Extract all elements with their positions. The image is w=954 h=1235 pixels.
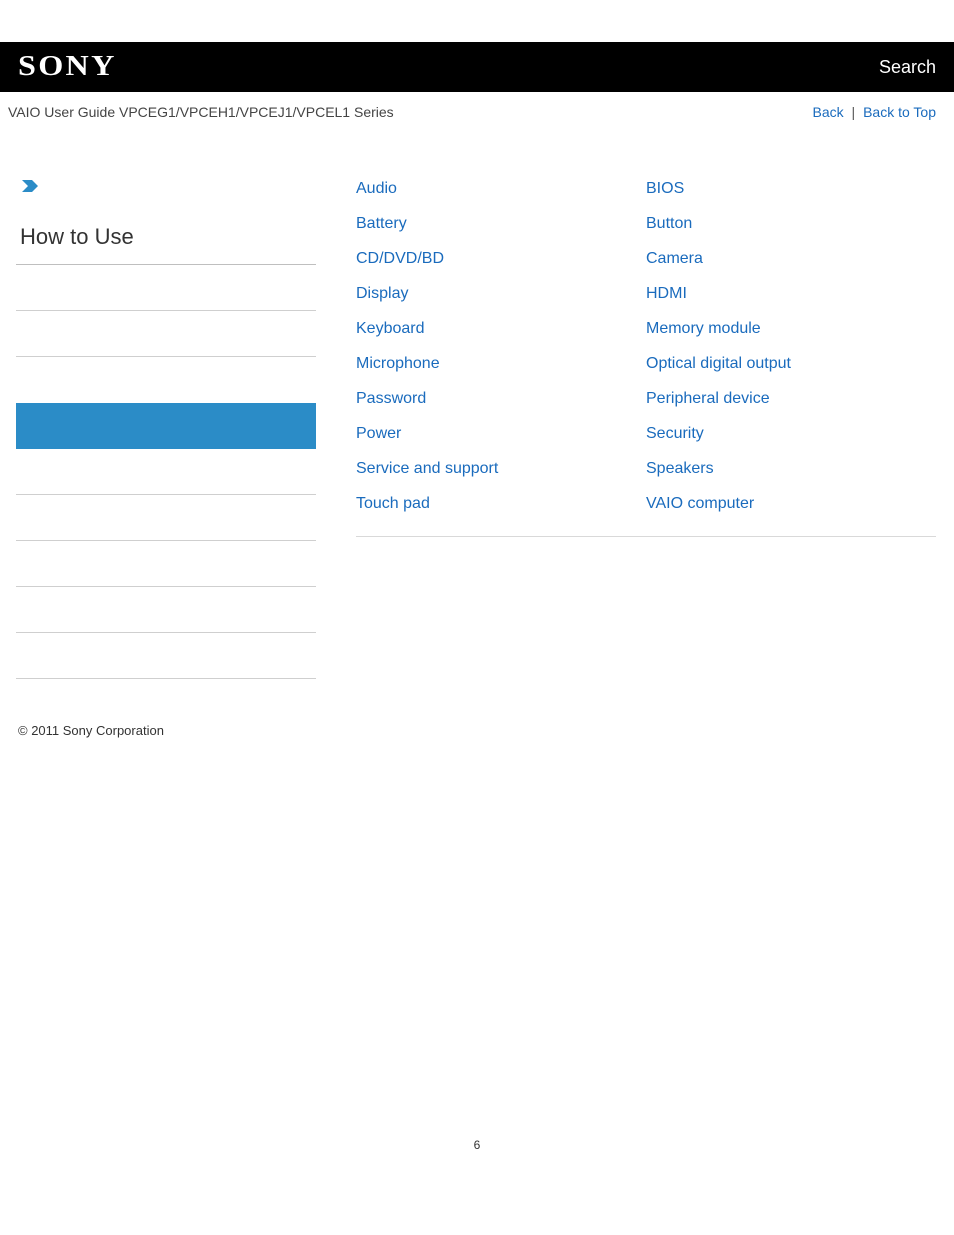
topic-link-security[interactable]: Security bbox=[646, 425, 936, 443]
sidebar-item[interactable] bbox=[16, 265, 316, 311]
sidebar: How to Use bbox=[16, 180, 316, 679]
topic-link-memory-module[interactable]: Memory module bbox=[646, 320, 936, 338]
topic-link-camera[interactable]: Camera bbox=[646, 250, 936, 268]
topic-column-2: BIOS Button Camera HDMI Memory module Op… bbox=[646, 180, 936, 530]
search-link[interactable]: Search bbox=[879, 57, 936, 78]
topic-link-audio[interactable]: Audio bbox=[356, 180, 646, 198]
topic-link-bios[interactable]: BIOS bbox=[646, 180, 936, 198]
sidebar-item[interactable] bbox=[16, 357, 316, 403]
footer-copyright: © 2011 Sony Corporation bbox=[0, 679, 954, 738]
back-link[interactable]: Back bbox=[813, 104, 844, 120]
topic-link-cd-dvd-bd[interactable]: CD/DVD/BD bbox=[356, 250, 646, 268]
content-wrap: How to Use Audio Battery CD/DVD/BD Displ… bbox=[0, 180, 954, 679]
sidebar-item[interactable] bbox=[16, 541, 316, 587]
main-content: Audio Battery CD/DVD/BD Display Keyboard… bbox=[316, 180, 946, 679]
topic-links: Audio Battery CD/DVD/BD Display Keyboard… bbox=[356, 180, 936, 530]
sidebar-item[interactable] bbox=[16, 449, 316, 495]
nav-separator: | bbox=[848, 104, 859, 120]
topic-link-keyboard[interactable]: Keyboard bbox=[356, 320, 646, 338]
topic-link-power[interactable]: Power bbox=[356, 425, 646, 443]
topic-link-display[interactable]: Display bbox=[356, 285, 646, 303]
topic-link-microphone[interactable]: Microphone bbox=[356, 355, 646, 373]
topic-link-password[interactable]: Password bbox=[356, 390, 646, 408]
sidebar-item[interactable] bbox=[16, 495, 316, 541]
topic-column-1: Audio Battery CD/DVD/BD Display Keyboard… bbox=[356, 180, 646, 530]
topic-link-speakers[interactable]: Speakers bbox=[646, 460, 936, 478]
subheader: VAIO User Guide VPCEG1/VPCEH1/VPCEJ1/VPC… bbox=[0, 92, 954, 134]
sidebar-item-active[interactable] bbox=[16, 403, 316, 449]
topic-link-optical-digital-output[interactable]: Optical digital output bbox=[646, 355, 936, 373]
topic-link-hdmi[interactable]: HDMI bbox=[646, 285, 936, 303]
sidebar-title: How to Use bbox=[16, 224, 316, 265]
sidebar-item[interactable] bbox=[16, 587, 316, 633]
sidebar-item[interactable] bbox=[16, 633, 316, 679]
page-number: 6 bbox=[0, 1138, 954, 1182]
topic-link-service-support[interactable]: Service and support bbox=[356, 460, 646, 478]
breadcrumb-arrow-icon bbox=[22, 180, 40, 194]
main-divider bbox=[356, 536, 936, 537]
topic-link-peripheral-device[interactable]: Peripheral device bbox=[646, 390, 936, 408]
topic-link-battery[interactable]: Battery bbox=[356, 215, 646, 233]
sidebar-item[interactable] bbox=[16, 311, 316, 357]
guide-title: VAIO User Guide VPCEG1/VPCEH1/VPCEJ1/VPC… bbox=[8, 104, 394, 120]
topic-link-button[interactable]: Button bbox=[646, 215, 936, 233]
back-to-top-link[interactable]: Back to Top bbox=[863, 104, 936, 120]
topic-link-vaio-computer[interactable]: VAIO computer bbox=[646, 495, 936, 513]
nav-links: Back | Back to Top bbox=[813, 104, 936, 120]
topic-link-touch-pad[interactable]: Touch pad bbox=[356, 495, 646, 513]
header-bar: SONY Search bbox=[0, 42, 954, 92]
sony-logo: SONY bbox=[18, 51, 117, 83]
